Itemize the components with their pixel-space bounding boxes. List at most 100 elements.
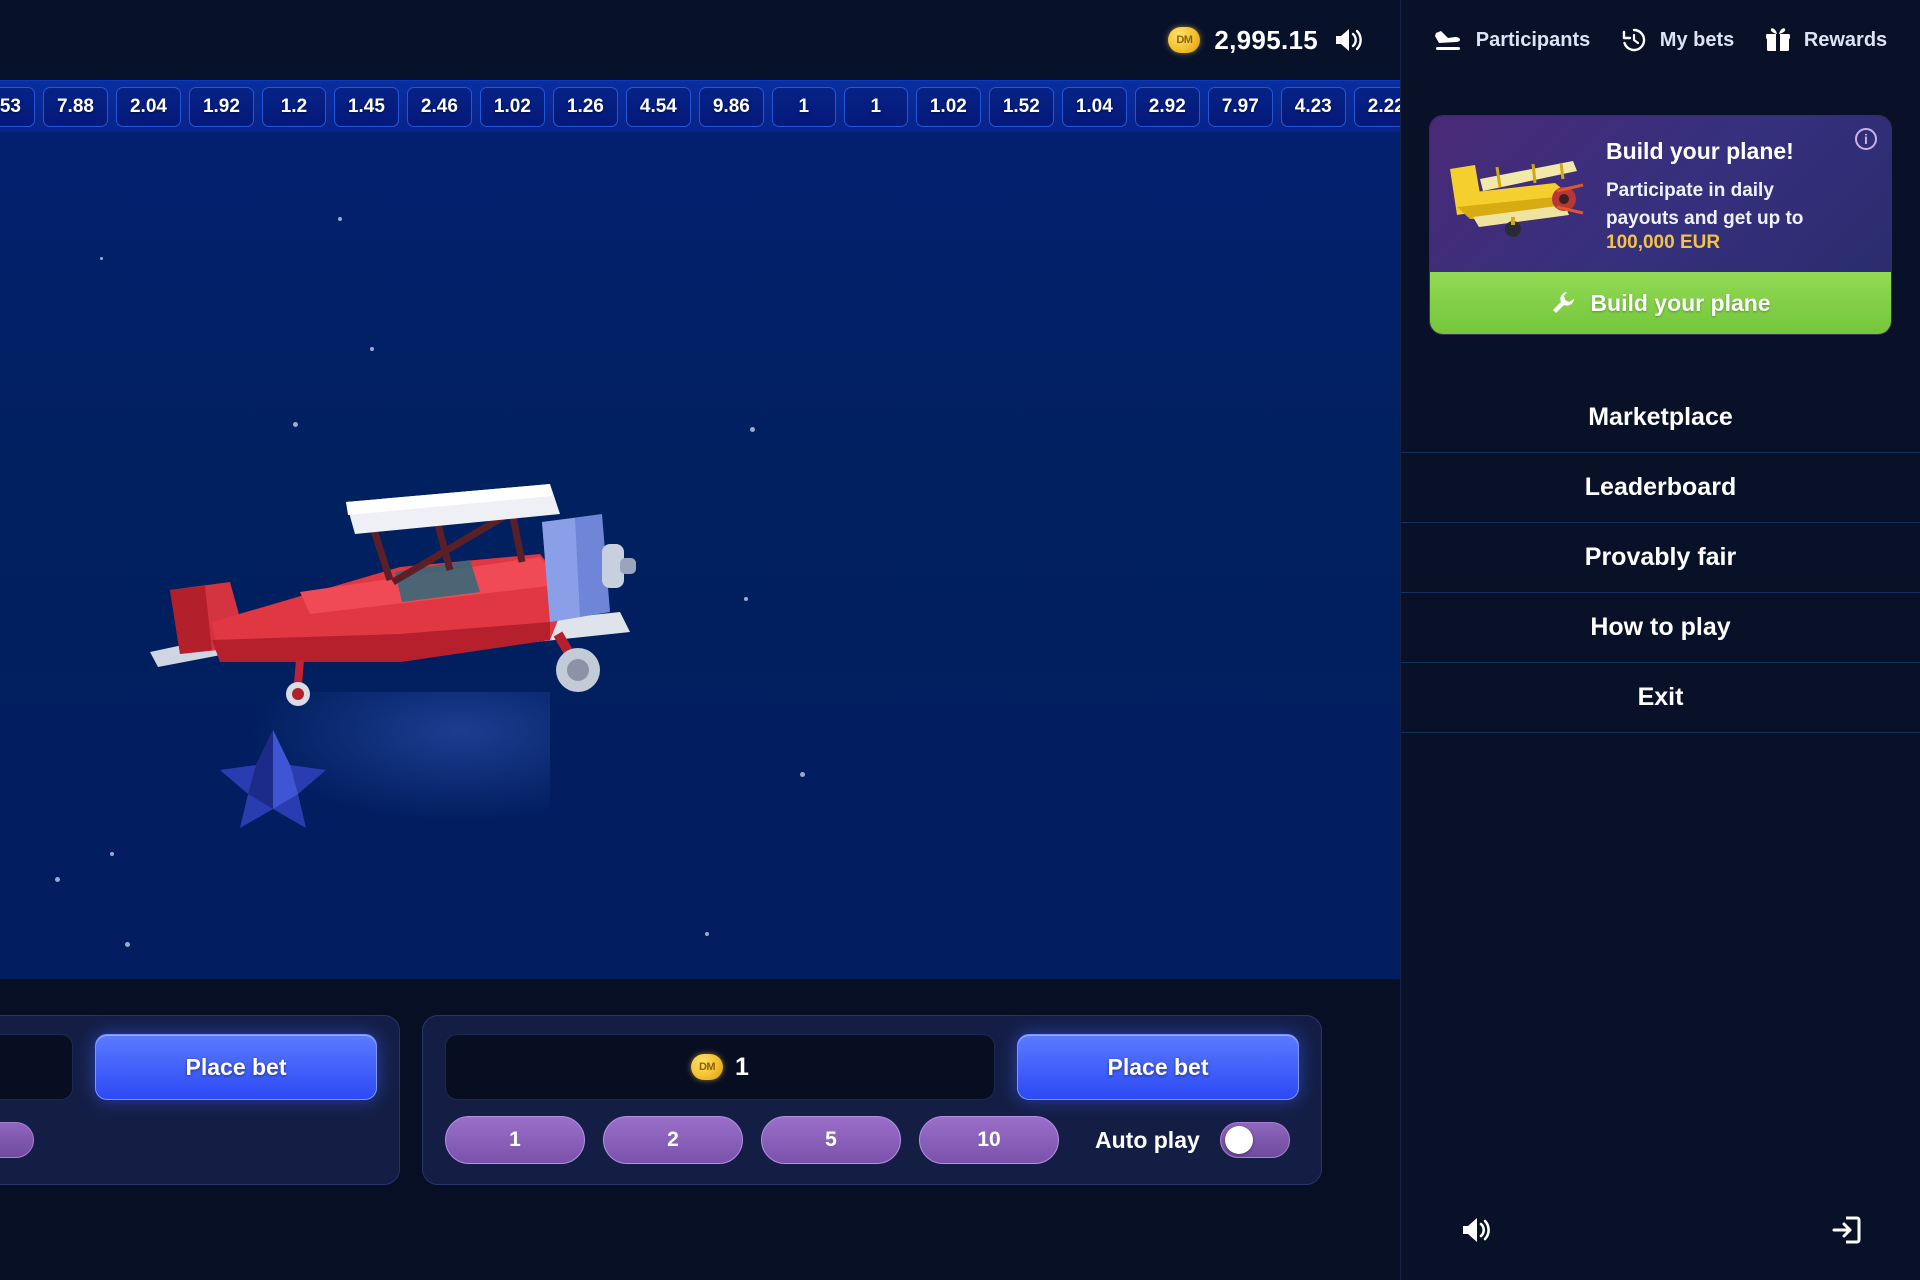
tab-participants-label: Participants (1475, 28, 1591, 51)
currency-coin-icon: DM (691, 1054, 724, 1080)
history-multiplier-chip[interactable]: 4.54 (625, 86, 691, 127)
right-sidebar: Participants My bets Rewards i Build you… (1400, 0, 1920, 1280)
sidebar-menu: Marketplace Leaderboard Provably fair Ho… (1401, 383, 1920, 734)
sidebar-tabs: Participants My bets Rewards (1401, 0, 1920, 80)
tab-my-bets-label: My bets (1659, 28, 1735, 51)
sidebar-footer (1401, 1214, 1920, 1246)
history-multiplier-chip[interactable]: 1 (771, 86, 836, 127)
history-multiplier-chip[interactable]: 1.92 (188, 86, 254, 127)
promo-card[interactable]: i Build your plane! Participate in daily… (1429, 115, 1892, 336)
star-dot (705, 932, 709, 936)
bet-panel-2-bottom-row: 1 2 5 10 Auto play (445, 1116, 1299, 1164)
toggle-knob (1224, 1126, 1253, 1154)
history-multiplier-chip[interactable]: 4.23 (1280, 86, 1346, 127)
aviator-game-screen: DM 2,995.15 1.537.882.041.921.21.452.461… (0, 0, 1920, 1280)
bet-panel-1-top-row: DM Place bet (0, 1034, 377, 1100)
info-icon[interactable]: i (1855, 128, 1877, 150)
history-multiplier-chip[interactable]: 2.22 (1353, 86, 1400, 127)
history-multiplier-chip[interactable]: 1.53 (0, 86, 35, 127)
sidebar-exit-button[interactable] (1830, 1214, 1862, 1246)
history-multiplier-chip[interactable]: 7.97 (1207, 86, 1273, 127)
bet-panel-2-top-row: DM 1 Place bet (445, 1034, 1299, 1100)
history-multiplier-chip[interactable]: 1.52 (988, 86, 1054, 127)
history-multiplier-chip[interactable]: 2.92 (1134, 86, 1200, 127)
history-multiplier-chip[interactable]: 2.46 (406, 86, 472, 127)
plane-landing-icon (1434, 31, 1460, 50)
menu-item-provably-fair[interactable]: Provably fair (1401, 523, 1920, 594)
star-dot (338, 217, 342, 221)
logout-icon (1832, 1216, 1861, 1244)
build-your-plane-label: Build your plane (1590, 289, 1771, 316)
auto-play-toggle-1[interactable] (0, 1122, 34, 1158)
history-multiplier-chip[interactable]: 9.86 (698, 86, 764, 127)
currency-coin-icon: DM (1168, 27, 1201, 53)
promo-description-line1: Participate in daily (1606, 180, 1774, 201)
star-dot (744, 597, 748, 601)
speaker-icon (1336, 29, 1362, 51)
auto-play-toggle-2[interactable] (1219, 1122, 1290, 1158)
speaker-icon (1463, 1218, 1490, 1242)
bet-panel-1-bottom-row: 10 Auto play (0, 1116, 377, 1164)
history-multiplier-chip[interactable]: 1.02 (479, 86, 545, 127)
top-bar: DM 2,995.15 (0, 0, 1400, 80)
blue-star-shard-icon (220, 730, 326, 828)
bet-amount-value-2: 1 (735, 1052, 749, 1081)
history-multiplier-chip[interactable]: 7.88 (42, 86, 108, 127)
bet-amount-input-1[interactable]: DM (0, 1034, 73, 1100)
history-multiplier-chip[interactable]: 1.02 (915, 86, 981, 127)
menu-item-exit[interactable]: Exit (1401, 663, 1920, 734)
history-multiplier-chip[interactable]: 1 (843, 86, 908, 127)
tab-rewards[interactable]: Rewards (1764, 26, 1887, 54)
auto-play-label-2: Auto play (1095, 1126, 1200, 1153)
star-dot (110, 852, 114, 856)
balance-amount: 2,995.15 (1214, 24, 1318, 55)
balance-display: DM 2,995.15 (1168, 25, 1366, 56)
menu-item-marketplace[interactable]: Marketplace (1401, 383, 1920, 454)
bet-amount-input-2[interactable]: DM 1 (445, 1034, 995, 1100)
promo-text: Build your plane! Participate in daily p… (1606, 134, 1873, 254)
quick-amount-button[interactable]: 5 (761, 1116, 901, 1164)
promo-body: i Build your plane! Participate in daily… (1430, 116, 1891, 273)
quick-amount-button[interactable]: 10 (919, 1116, 1059, 1164)
star-dot (293, 422, 298, 427)
promo-plane-image (1440, 134, 1600, 254)
tab-my-bets[interactable]: My bets (1620, 26, 1734, 54)
star-dot (125, 942, 130, 947)
multiplier-history-bar[interactable]: 1.537.882.041.921.21.452.461.021.264.549… (0, 80, 1400, 132)
bet-panel-2: DM 1 Place bet 1 2 5 10 Auto play (422, 1015, 1322, 1185)
history-multiplier-chip[interactable]: 1.26 (552, 86, 618, 127)
menu-item-leaderboard[interactable]: Leaderboard (1401, 453, 1920, 524)
game-column: DM 2,995.15 1.537.882.041.921.21.452.461… (0, 0, 1400, 1280)
sidebar-sound-button[interactable] (1459, 1214, 1495, 1246)
history-clock-icon (1622, 28, 1646, 52)
game-canvas: 4.64x (0, 132, 1400, 979)
star-dot (55, 877, 60, 882)
promo-amount: 100,000 EUR (1606, 232, 1721, 254)
history-multiplier-chip[interactable]: 1.04 (1061, 86, 1127, 127)
menu-item-how-to-play[interactable]: How to play (1401, 593, 1920, 664)
bet-panel-1: DM Place bet 10 Auto play (0, 1015, 400, 1185)
tab-participants[interactable]: Participants (1434, 27, 1590, 53)
quick-amount-button[interactable]: 1 (445, 1116, 585, 1164)
history-multiplier-chip[interactable]: 1.45 (333, 86, 399, 127)
gift-icon (1765, 28, 1790, 51)
place-bet-button-2[interactable]: Place bet (1017, 1034, 1299, 1100)
yellow-biplane-icon (1450, 161, 1584, 238)
wrench-icon (1553, 292, 1575, 314)
auto-play-control-2: Auto play (1095, 1122, 1290, 1158)
promo-title: Build your plane! (1606, 138, 1794, 164)
history-multiplier-chip[interactable]: 2.04 (115, 86, 181, 127)
build-your-plane-button[interactable]: Build your plane (1430, 272, 1891, 335)
red-biplane-icon (150, 484, 636, 706)
sound-toggle-button[interactable] (1332, 25, 1366, 55)
history-multiplier-chip[interactable]: 1.2 (261, 86, 326, 127)
quick-amount-button[interactable]: 2 (603, 1116, 743, 1164)
star-dot (750, 427, 755, 432)
star-dot (800, 772, 805, 777)
star-dot (100, 257, 103, 260)
place-bet-button-1[interactable]: Place bet (95, 1034, 377, 1100)
promo-description-line2: payouts and get up to (1606, 207, 1804, 229)
auto-play-control-1: Auto play (0, 1122, 34, 1158)
star-dot (370, 347, 374, 351)
bet-controls-bar: DM Place bet 10 Auto play DM (0, 979, 1400, 1280)
